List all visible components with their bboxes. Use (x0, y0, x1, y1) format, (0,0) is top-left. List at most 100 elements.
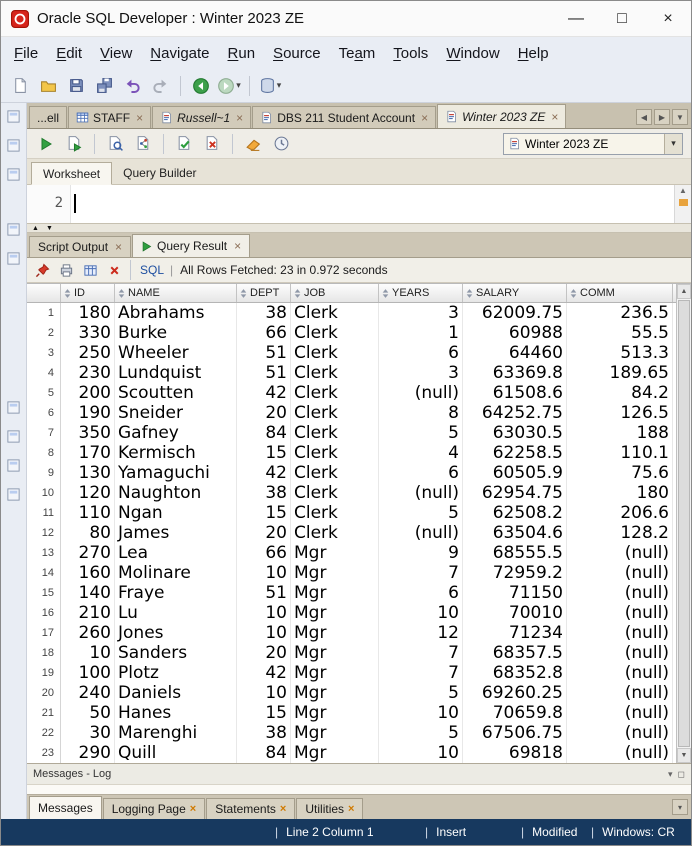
column-header-years[interactable]: YEARS (379, 284, 463, 302)
menu-item-edit[interactable]: Edit (47, 40, 91, 67)
cell-job[interactable]: Clerk (291, 363, 379, 383)
cell-comm[interactable]: (null) (567, 643, 673, 663)
table-row[interactable]: 6 190 Sneider 20 Clerk 8 64252.75 126.5 (27, 403, 676, 423)
cell-id[interactable]: 140 (61, 583, 115, 603)
cell-id[interactable]: 270 (61, 543, 115, 563)
result-tab-query-result[interactable]: Query Result × (132, 234, 251, 257)
cell-comm[interactable]: (null) (567, 723, 673, 743)
cell-dept[interactable]: 42 (237, 383, 291, 403)
cell-id[interactable]: 330 (61, 323, 115, 343)
cell-years[interactable]: 12 (379, 623, 463, 643)
print-icon[interactable] (55, 259, 77, 281)
cell-job[interactable]: Mgr (291, 603, 379, 623)
cell-salary[interactable]: 70659.8 (463, 703, 567, 723)
cell-salary[interactable]: 68352.8 (463, 663, 567, 683)
cell-comm[interactable]: (null) (567, 703, 673, 723)
minimize-button[interactable]: — (553, 1, 599, 36)
cell-id[interactable]: 240 (61, 683, 115, 703)
cell-name[interactable]: Sneider (115, 403, 237, 423)
cell-name[interactable]: Kermisch (115, 443, 237, 463)
cell-comm[interactable]: 236.5 (567, 303, 673, 323)
close-tab-icon[interactable]: × (190, 803, 196, 815)
cell-job[interactable]: Clerk (291, 483, 379, 503)
row-number[interactable]: 9 (27, 463, 61, 483)
table-row[interactable]: 19 100 Plotz 42 Mgr 7 68352.8 (null) (27, 663, 676, 683)
close-tab-icon[interactable]: × (551, 111, 558, 123)
grid-corner-cell[interactable] (27, 284, 61, 302)
cell-salary[interactable]: 72959.2 (463, 563, 567, 583)
row-number[interactable]: 18 (27, 643, 61, 663)
docked-panel-icon[interactable] (6, 251, 21, 271)
row-number[interactable]: 7 (27, 423, 61, 443)
column-header-job[interactable]: JOB (291, 284, 379, 302)
cell-years[interactable]: 6 (379, 463, 463, 483)
table-row[interactable]: 16 210 Lu 10 Mgr 10 70010 (null) (27, 603, 676, 623)
cell-id[interactable]: 80 (61, 523, 115, 543)
row-number[interactable]: 4 (27, 363, 61, 383)
table-row[interactable]: 22 30 Marenghi 38 Mgr 5 67506.75 (null) (27, 723, 676, 743)
menu-item-tools[interactable]: Tools (384, 40, 437, 67)
cell-name[interactable]: Wheeler (115, 343, 237, 363)
cell-name[interactable]: Ngan (115, 503, 237, 523)
cell-name[interactable]: Burke (115, 323, 237, 343)
row-number[interactable]: 6 (27, 403, 61, 423)
row-number[interactable]: 1 (27, 303, 61, 323)
cell-id[interactable]: 200 (61, 383, 115, 403)
cell-years[interactable]: 4 (379, 443, 463, 463)
tab-list-icon[interactable]: ▾ (672, 799, 691, 819)
menu-item-navigate[interactable]: Navigate (141, 40, 218, 67)
cell-comm[interactable]: 180 (567, 483, 673, 503)
cell-id[interactable]: 120 (61, 483, 115, 503)
cell-dept[interactable]: 42 (237, 463, 291, 483)
cell-job[interactable]: Mgr (291, 703, 379, 723)
row-number[interactable]: 2 (27, 323, 61, 343)
close-tab-icon[interactable]: × (280, 803, 286, 815)
tab-query-builder[interactable]: Query Builder (112, 161, 207, 184)
cell-id[interactable]: 170 (61, 443, 115, 463)
cell-id[interactable]: 250 (61, 343, 115, 363)
document-tab-staff[interactable]: STAFF × (68, 106, 152, 128)
cell-comm[interactable]: 188 (567, 423, 673, 443)
table-row[interactable]: 21 50 Hanes 15 Mgr 10 70659.8 (null) (27, 703, 676, 723)
fetch-grid-icon[interactable] (79, 259, 101, 281)
cell-dept[interactable]: 84 (237, 743, 291, 763)
cell-salary[interactable]: 64252.75 (463, 403, 567, 423)
cell-salary[interactable]: 62009.75 (463, 303, 567, 323)
cell-job[interactable]: Mgr (291, 743, 379, 763)
cell-job[interactable]: Clerk (291, 423, 379, 443)
menu-item-file[interactable]: File (5, 40, 47, 67)
column-header-comm[interactable]: COMM (567, 284, 673, 302)
row-number[interactable]: 12 (27, 523, 61, 543)
cell-comm[interactable]: 55.5 (567, 323, 673, 343)
explain-plan-icon[interactable] (130, 131, 156, 157)
cell-years[interactable]: 8 (379, 403, 463, 423)
cell-years[interactable]: 10 (379, 603, 463, 623)
cell-salary[interactable]: 62954.75 (463, 483, 567, 503)
cell-salary[interactable]: 70010 (463, 603, 567, 623)
cell-salary[interactable]: 71150 (463, 583, 567, 603)
close-tab-icon[interactable]: × (348, 803, 354, 815)
cell-salary[interactable]: 71234 (463, 623, 567, 643)
messages-tab-logging-page[interactable]: Logging Page × (102, 798, 206, 819)
messages-tab-utilities[interactable]: Utilities × (296, 798, 364, 819)
editor-scrollbar[interactable]: ▲ (674, 185, 691, 223)
docked-panel-icon[interactable] (6, 400, 21, 420)
cell-salary[interactable]: 64460 (463, 343, 567, 363)
cell-comm[interactable]: (null) (567, 583, 673, 603)
delete-result-icon[interactable] (103, 259, 125, 281)
pin-icon[interactable] (31, 259, 53, 281)
table-row[interactable]: 23 290 Quill 84 Mgr 10 69818 (null) (27, 743, 676, 763)
cell-years[interactable]: 5 (379, 503, 463, 523)
cell-name[interactable]: Daniels (115, 683, 237, 703)
table-row[interactable]: 3 250 Wheeler 51 Clerk 6 64460 513.3 (27, 343, 676, 363)
back-icon[interactable] (188, 73, 214, 99)
cell-name[interactable]: Plotz (115, 663, 237, 683)
cell-name[interactable]: Gafney (115, 423, 237, 443)
cell-id[interactable]: 210 (61, 603, 115, 623)
row-number[interactable]: 20 (27, 683, 61, 703)
docked-panel-icon[interactable] (6, 109, 21, 129)
cell-salary[interactable]: 67506.75 (463, 723, 567, 743)
cell-comm[interactable]: 84.2 (567, 383, 673, 403)
scroll-down-icon[interactable]: ▼ (677, 748, 691, 763)
cell-dept[interactable]: 15 (237, 503, 291, 523)
